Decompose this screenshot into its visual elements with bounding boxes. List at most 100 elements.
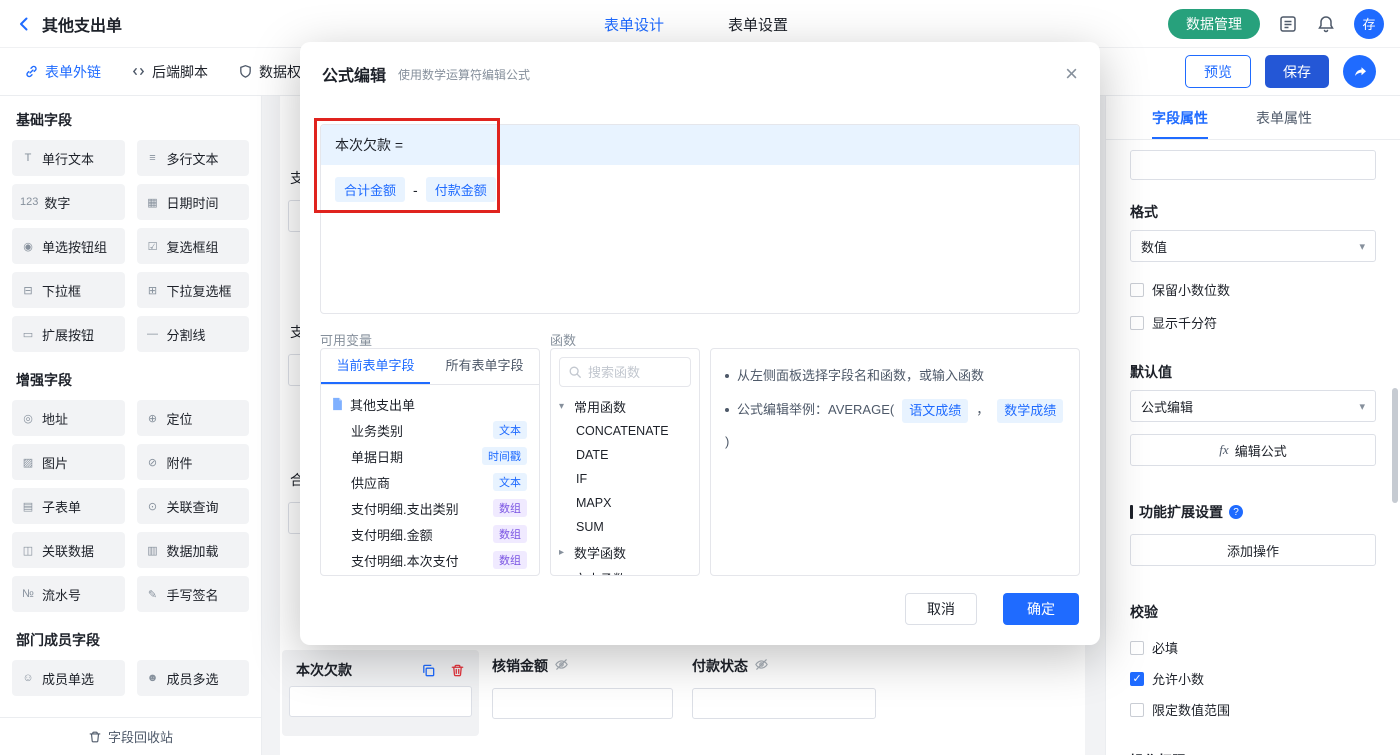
field-palette-item[interactable]: 123 数字 xyxy=(12,184,125,220)
variable-item[interactable]: 供应商 文本 xyxy=(329,469,531,495)
edit-formula-label: 编辑公式 xyxy=(1234,443,1287,459)
checkbox-label: 保留小数位数 xyxy=(1152,283,1231,298)
selected-field-debt[interactable]: 本次欠款 xyxy=(282,650,479,736)
field-palette-item[interactable]: ☻ 成员多选 xyxy=(136,660,249,696)
tab-field-properties[interactable]: 字段属性 xyxy=(1152,96,1208,139)
variable-item[interactable]: 单据日期 时间戳 xyxy=(329,443,531,469)
variable-item[interactable]: 支付明细.支出类别 数组 xyxy=(329,495,531,521)
tab-form-settings[interactable]: 表单设置 xyxy=(728,14,788,35)
chevron-down-icon: ▾ xyxy=(1359,400,1365,413)
cancel-button[interactable]: 取消 xyxy=(905,593,977,625)
share-button[interactable] xyxy=(1343,55,1376,88)
function-item[interactable]: CONCATENATE xyxy=(559,419,691,443)
field-palette-label: 定位 xyxy=(166,411,193,427)
field-palette-label: 单选按钮组 xyxy=(42,239,108,255)
variable-type-tag: 文本 xyxy=(493,473,527,491)
field-palette-item[interactable]: T 单行文本 xyxy=(12,140,125,176)
field-palette-item[interactable]: ▤ 子表单 xyxy=(12,488,125,524)
field-palette-item[interactable]: ▥ 数据加载 xyxy=(136,532,249,568)
tab-current-form-fields[interactable]: 当前表单字段 xyxy=(321,349,430,384)
help-example-comma: ， xyxy=(976,402,990,417)
eye-slash-icon xyxy=(754,657,769,675)
data-permission[interactable]: 数据权 xyxy=(238,62,301,82)
variable-item[interactable]: 支付明细.金额 数组 xyxy=(329,521,531,547)
function-item[interactable]: SUM xyxy=(559,515,691,539)
field-palette-item[interactable]: ☑ 复选框组 xyxy=(136,228,249,264)
field-title-input[interactable] xyxy=(1130,150,1376,180)
variable-name: 支付明细.本次支付 xyxy=(351,553,459,569)
form-external-link[interactable]: 表单外链 xyxy=(24,62,101,82)
header-right: 数据管理 存 xyxy=(1168,8,1384,39)
checkbox-keep-decimals[interactable]: 保留小数位数 xyxy=(1130,280,1376,299)
search-icon xyxy=(569,366,581,378)
field-palette-item[interactable]: ▭ 扩展按钮 xyxy=(12,316,125,352)
functions-label: 函数 xyxy=(550,333,577,348)
edit-formula-button[interactable]: fx 编辑公式 xyxy=(1130,434,1376,466)
writeoff-input[interactable] xyxy=(492,688,673,719)
save-button[interactable]: 保存 xyxy=(1265,55,1329,88)
function-search[interactable] xyxy=(559,357,691,387)
bell-icon[interactable] xyxy=(1316,14,1336,34)
variable-item[interactable]: 支付明细.本次支付 数组 xyxy=(329,547,531,573)
close-icon[interactable]: × xyxy=(1065,63,1078,85)
data-manage-button[interactable]: 数据管理 xyxy=(1168,8,1260,39)
field-palette-item[interactable]: ⊕ 定位 xyxy=(136,400,249,436)
format-select[interactable]: 数值 ▾ xyxy=(1130,230,1376,262)
field-palette-item[interactable]: ◉ 单选按钮组 xyxy=(12,228,125,264)
trash-icon[interactable] xyxy=(450,663,465,678)
default-value-select[interactable]: 公式编辑 ▾ xyxy=(1130,390,1376,422)
field-palette-item[interactable]: ◫ 关联数据 xyxy=(12,532,125,568)
function-group-math[interactable]: ▸ 数学函数 xyxy=(559,539,691,565)
function-item[interactable]: IF xyxy=(559,467,691,491)
checkbox-allow-decimal[interactable]: 允许小数 xyxy=(1130,669,1376,688)
field-palette-item[interactable]: ✎ 手写签名 xyxy=(136,576,249,612)
field-palette-item[interactable]: ▦ 日期时间 xyxy=(136,184,249,220)
checkbox-thousands[interactable]: 显示千分符 xyxy=(1130,313,1376,332)
scrollbar-thumb[interactable] xyxy=(1392,388,1398,503)
debt-input[interactable] xyxy=(289,686,472,717)
field-palette-label: 单行文本 xyxy=(42,151,95,167)
copy-icon[interactable] xyxy=(421,663,436,678)
function-search-input[interactable] xyxy=(588,364,678,380)
back-button[interactable] xyxy=(16,16,32,32)
validation-label: 校验 xyxy=(1130,604,1158,620)
field-palette-item[interactable]: ⊘ 附件 xyxy=(136,444,249,480)
field-palette-item[interactable]: ☺ 成员单选 xyxy=(12,660,125,696)
default-select-value: 公式编辑 xyxy=(1141,399,1194,415)
variable-item[interactable]: 业务类别 文本 xyxy=(329,417,531,443)
function-item[interactable]: DATE xyxy=(559,443,691,467)
question-icon[interactable]: ? xyxy=(1229,505,1243,519)
formula-field-chip[interactable]: 付款金额 xyxy=(425,177,496,202)
checkbox-required[interactable]: 必填 xyxy=(1130,638,1376,657)
permissions-label: 操作权限 xyxy=(1130,751,1376,755)
tab-all-form-fields[interactable]: 所有表单字段 xyxy=(430,349,539,384)
preview-button[interactable]: 预览 xyxy=(1185,55,1251,88)
formula-editor-area[interactable]: 本次欠款 = 合计金额 - 付款金额 xyxy=(320,124,1080,314)
changelog-icon[interactable] xyxy=(1278,14,1298,34)
field-palette-item[interactable]: ⊟ 下拉框 xyxy=(12,272,125,308)
field-recycle-bin[interactable]: 字段回收站 xyxy=(0,717,261,755)
field-palette-item[interactable]: ◎ 地址 xyxy=(12,400,125,436)
function-group-common[interactable]: ▾ 常用函数 xyxy=(559,393,691,419)
field-palette-item[interactable]: ⊙ 关联查询 xyxy=(136,488,249,524)
tab-form-design[interactable]: 表单设计 xyxy=(604,14,664,35)
backend-script[interactable]: 后端脚本 xyxy=(131,62,208,82)
confirm-button[interactable]: 确定 xyxy=(1003,593,1079,625)
field-palette-item[interactable]: ▨ 图片 xyxy=(12,444,125,480)
avatar[interactable]: 存 xyxy=(1354,8,1384,39)
tab-form-properties[interactable]: 表单属性 xyxy=(1256,96,1312,139)
variable-type-tag: 数组 xyxy=(493,525,527,543)
field-palette-item[interactable]: ⊞ 下拉复选框 xyxy=(136,272,249,308)
function-item[interactable]: MAPX xyxy=(559,491,691,515)
formula-field-chip[interactable]: 合计金额 xyxy=(335,177,406,202)
field-palette-item[interactable]: № 流水号 xyxy=(12,576,125,612)
add-action-button[interactable]: 添加操作 xyxy=(1130,534,1376,566)
variables-root[interactable]: 其他支出单 xyxy=(329,391,531,417)
checkbox-limit-range[interactable]: 限定数值范围 xyxy=(1130,700,1376,719)
function-group-text[interactable]: ▸ 文本函数 xyxy=(559,565,691,576)
paystatus-input[interactable] xyxy=(692,688,876,719)
field-palette-item[interactable]: — 分割线 xyxy=(136,316,249,352)
section-title-member: 部门成员字段 xyxy=(16,632,100,648)
field-paystatus-header: 付款状态 xyxy=(692,656,769,676)
field-palette-item[interactable]: ≡ 多行文本 xyxy=(136,140,249,176)
